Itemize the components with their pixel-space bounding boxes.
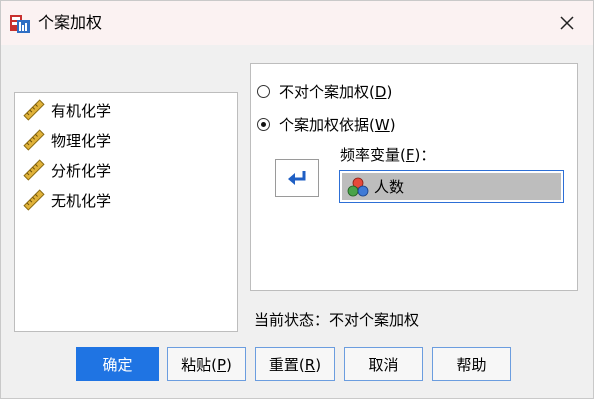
title-bar: 个案加权 — [1, 1, 593, 45]
list-item[interactable]: 分析化学 — [23, 157, 111, 183]
frequency-variable-field[interactable]: 人数 — [339, 170, 564, 203]
scale-ruler-icon — [23, 159, 45, 181]
variable-label: 物理化学 — [51, 131, 112, 150]
ok-button-label: 确定 — [102, 355, 133, 374]
scale-ruler-icon — [23, 99, 45, 121]
scale-ruler-icon — [23, 189, 45, 211]
variable-label: 无机化学 — [51, 191, 112, 210]
radio-label: 个案加权依据(W) — [279, 116, 396, 134]
reset-button[interactable]: 重置(R) — [255, 347, 335, 381]
frequency-variable-label: 频率变量(F)： — [340, 146, 436, 164]
radio-weight-by[interactable]: 个案加权依据(W) — [257, 114, 396, 135]
dialog-title: 个案加权 — [38, 13, 103, 32]
list-item[interactable]: 物理化学 — [23, 127, 111, 153]
weight-options-panel: 不对个案加权(D) 个案加权依据(W) 频率变量(F)： 人数 — [250, 63, 578, 291]
help-button[interactable]: 帮助 — [432, 347, 511, 381]
radio-circle[interactable] — [257, 118, 270, 131]
close-icon — [560, 16, 574, 30]
scale-ruler-icon — [23, 129, 45, 151]
current-status: 当前状态：不对个案加权 — [254, 311, 420, 329]
spss-app-icon — [10, 15, 30, 33]
arrow-left-icon — [288, 171, 306, 185]
variable-label: 有机化学 — [51, 101, 112, 120]
radio-label: 不对个案加权(D) — [279, 83, 393, 101]
cancel-button[interactable]: 取消 — [344, 347, 423, 381]
frequency-variable-entry[interactable]: 人数 — [342, 173, 561, 200]
reset-button-label: 重置(R) — [268, 355, 322, 374]
ok-button[interactable]: 确定 — [76, 347, 159, 381]
variable-label: 分析化学 — [51, 161, 112, 180]
radio-circle[interactable] — [257, 85, 270, 98]
source-variable-list[interactable]: 有机化学 物理化学 分析化学 无机化学 — [14, 92, 238, 332]
cancel-button-label: 取消 — [368, 355, 399, 374]
paste-button-label: 粘贴(P) — [181, 355, 232, 374]
nominal-variable-icon — [347, 177, 369, 196]
list-item[interactable]: 有机化学 — [23, 97, 111, 123]
paste-button[interactable]: 粘贴(P) — [167, 347, 246, 381]
close-button[interactable] — [549, 9, 585, 37]
move-to-frequency-button[interactable] — [275, 159, 319, 197]
list-item[interactable]: 无机化学 — [23, 187, 111, 213]
frequency-variable-value: 人数 — [374, 178, 405, 196]
help-button-label: 帮助 — [456, 355, 487, 374]
weight-cases-dialog: 个案加权 有机化学 物理化学 分析化学 无机化学 不对个案加权(D) 个案加权依… — [0, 0, 594, 399]
radio-do-not-weight[interactable]: 不对个案加权(D) — [257, 81, 392, 102]
